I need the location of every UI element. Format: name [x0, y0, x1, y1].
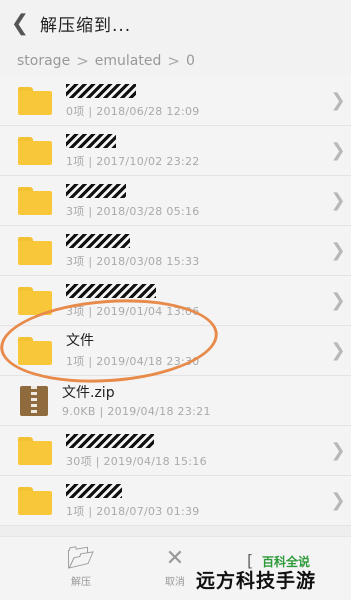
folder-icon: [18, 236, 52, 265]
file-meta: 3项 | 2018/03/08 15:33: [66, 255, 200, 268]
folder-row[interactable]: 3项 | 2018/03/08 15:33 ❯: [0, 226, 351, 276]
breadcrumb-item-storage[interactable]: storage: [17, 53, 70, 69]
header-bar: ❮ 解压缩到...: [0, 0, 351, 46]
file-meta: 9.0KB | 2019/04/18 23:21: [62, 404, 211, 418]
redacted-name: [66, 484, 122, 498]
file-list: 0项 | 2018/06/28 12:09 ❯ 1项 | 2017/10/02 …: [0, 76, 351, 526]
breadcrumb: storage > emulated > 0: [0, 46, 351, 76]
file-meta: 1项 | 2017/10/02 23:22: [66, 155, 200, 168]
folder-icon: [18, 436, 52, 465]
zip-archive-icon: [20, 385, 48, 416]
chevron-right-icon: ❯: [330, 340, 346, 361]
file-meta: 30项 | 2019/04/18 15:16: [66, 455, 207, 468]
chevron-right-icon: ❯: [330, 290, 346, 311]
extract-label: 解压: [71, 577, 91, 588]
page-title: 解压缩到...: [40, 15, 132, 36]
chevron-right-icon: ❯: [330, 490, 346, 511]
breadcrumb-separator: >: [167, 52, 180, 70]
folder-row[interactable]: 30项 | 2019/04/18 15:16 ❯: [0, 426, 351, 476]
close-icon: ✕: [165, 546, 185, 571]
site-watermark: 远方科技手游: [196, 570, 317, 592]
redacted-name: [66, 434, 154, 448]
redacted-name: [66, 284, 156, 298]
folder-row[interactable]: 1项 | 2018/07/03 01:39 ❯: [0, 476, 351, 526]
redacted-name: [66, 234, 130, 248]
folder-open-icon: 📂︎: [67, 546, 95, 571]
chevron-right-icon: ❯: [330, 140, 346, 161]
back-button[interactable]: ❮: [0, 0, 40, 46]
file-meta: 1项 | 2018/07/03 01:39: [66, 505, 200, 518]
breadcrumb-separator: >: [76, 52, 89, 70]
folder-icon: [18, 86, 52, 115]
cancel-button[interactable]: ✕ 取消: [150, 545, 200, 588]
redacted-name: [66, 84, 136, 98]
breadcrumb-item-emulated[interactable]: emulated: [95, 53, 162, 69]
breadcrumb-item-0[interactable]: 0: [186, 53, 195, 69]
folder-row[interactable]: 3项 | 2018/03/28 05:16 ❯: [0, 176, 351, 226]
file-name: 文件.zip: [62, 384, 115, 401]
folder-row[interactable]: 0项 | 2018/06/28 12:09 ❯: [0, 76, 351, 126]
folder-icon: [18, 186, 52, 215]
redacted-name: [66, 184, 126, 198]
chevron-right-icon: ❯: [330, 90, 346, 111]
redacted-name: [66, 134, 116, 148]
extract-button[interactable]: 📂︎ 解压: [56, 545, 106, 588]
folder-icon: [18, 136, 52, 165]
chevron-left-icon: ❮: [10, 10, 30, 36]
chevron-right-icon: ❯: [330, 190, 346, 211]
folder-icon: [18, 486, 52, 515]
cancel-label: 取消: [165, 577, 185, 588]
chevron-right-icon: ❯: [330, 240, 346, 261]
folder-row[interactable]: 1项 | 2017/10/02 23:22 ❯: [0, 126, 351, 176]
zip-file-row[interactable]: 文件.zip 9.0KB | 2019/04/18 23:21: [0, 376, 351, 426]
file-meta: 3项 | 2018/03/28 05:16: [66, 205, 200, 218]
file-meta: 0项 | 2018/06/28 12:09: [66, 105, 200, 118]
chevron-right-icon: ❯: [330, 440, 346, 461]
